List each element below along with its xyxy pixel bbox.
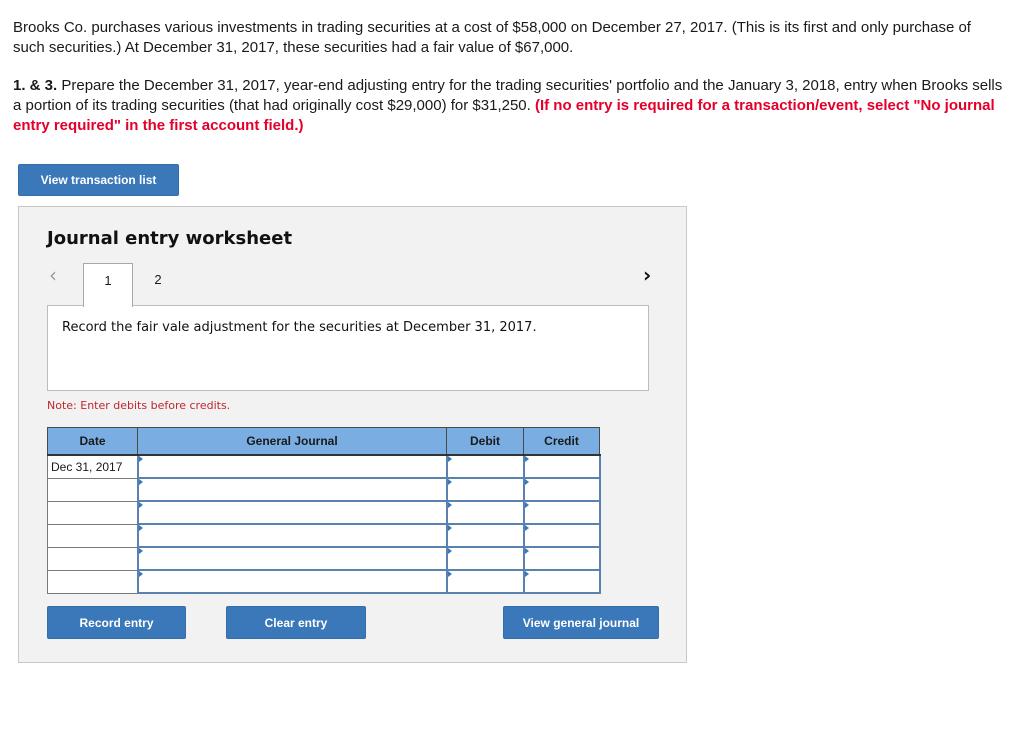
debit-field[interactable]	[445, 523, 525, 548]
table-header-row: Date General Journal Debit Credit	[47, 427, 600, 456]
worksheet-title: Journal entry worksheet	[47, 228, 293, 249]
date-cell[interactable]	[47, 569, 138, 594]
question: 1. & 3. Prepare the December 31, 2017, y…	[13, 76, 1003, 136]
credit-field[interactable]	[522, 569, 601, 594]
account-field[interactable]	[136, 569, 448, 594]
debits-note: Note: Enter debits before credits.	[47, 399, 231, 412]
clear-entry-button[interactable]: Clear entry	[226, 606, 366, 639]
header-general-journal: General Journal	[137, 427, 447, 456]
account-field[interactable]	[136, 546, 448, 571]
record-entry-button[interactable]: Record entry	[47, 606, 186, 639]
date-cell[interactable]	[47, 546, 138, 571]
header-debit: Debit	[446, 427, 524, 456]
debit-field[interactable]	[445, 477, 525, 502]
view-transaction-list-button[interactable]: View transaction list	[18, 164, 179, 196]
journal-entry-worksheet-panel: Journal entry worksheet ‹ 1 2 › Record t…	[18, 206, 687, 663]
credit-field[interactable]	[522, 477, 601, 502]
question-number: 1. & 3.	[13, 77, 58, 94]
date-cell[interactable]	[47, 500, 138, 525]
date-cell[interactable]	[47, 477, 138, 502]
date-cell[interactable]	[47, 523, 138, 548]
credit-field[interactable]	[522, 523, 601, 548]
credit-field[interactable]	[522, 546, 601, 571]
table-row	[47, 546, 601, 571]
entry-instruction: Record the fair vale adjustment for the …	[47, 305, 649, 391]
account-field[interactable]	[136, 477, 448, 502]
header-credit: Credit	[523, 427, 600, 456]
table-row	[47, 523, 601, 548]
chevron-left-icon[interactable]: ‹	[49, 263, 57, 287]
tab-2[interactable]: 2	[133, 263, 183, 305]
debit-field[interactable]	[445, 546, 525, 571]
chevron-right-icon[interactable]: ›	[643, 263, 651, 287]
debit-field[interactable]	[445, 569, 525, 594]
account-field[interactable]	[136, 454, 448, 479]
problem-paragraph: Brooks Co. purchases various investments…	[13, 19, 971, 56]
debit-field[interactable]	[445, 454, 525, 479]
table-row: Dec 31, 2017	[47, 454, 601, 479]
account-field[interactable]	[136, 523, 448, 548]
credit-field[interactable]	[522, 454, 601, 479]
account-field[interactable]	[136, 500, 448, 525]
table-row	[47, 477, 601, 502]
date-cell[interactable]: Dec 31, 2017	[47, 454, 138, 479]
debit-field[interactable]	[445, 500, 525, 525]
header-date: Date	[47, 427, 138, 456]
credit-field[interactable]	[522, 500, 601, 525]
view-general-journal-button[interactable]: View general journal	[503, 606, 659, 639]
table-row	[47, 569, 601, 594]
table-row	[47, 500, 601, 525]
journal-table: Date General Journal Debit Credit Dec 31…	[47, 427, 601, 594]
tab-1[interactable]: 1	[83, 263, 133, 307]
problem-statement: Brooks Co. purchases various investments…	[13, 18, 1003, 136]
